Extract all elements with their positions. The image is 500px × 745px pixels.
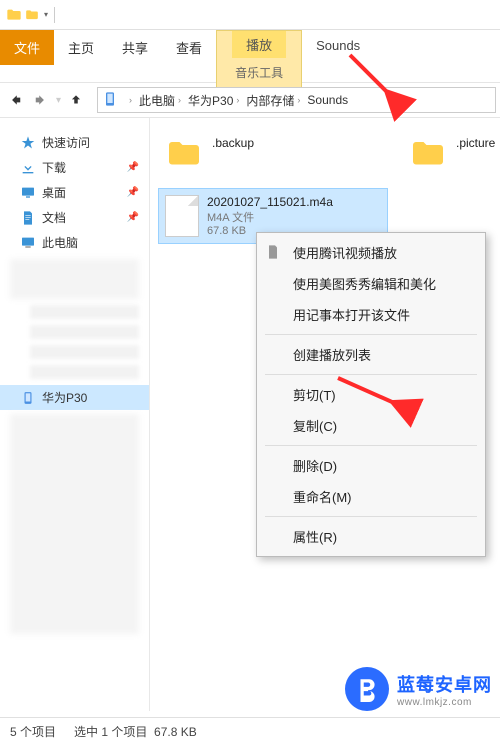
- ctx-create-playlist[interactable]: 创建播放列表: [257, 339, 485, 370]
- ctx-cut[interactable]: 剪切(T): [257, 379, 485, 410]
- folder-item-backup[interactable]: .backup: [158, 130, 382, 178]
- crumb-chevron[interactable]: ›: [124, 95, 137, 105]
- back-button[interactable]: [4, 89, 26, 111]
- phone-icon: [102, 91, 120, 109]
- crumb-folder[interactable]: Sounds: [305, 93, 350, 107]
- sidebar-item-label: 文档: [42, 209, 66, 226]
- sidebar-item-label: 快速访问: [42, 134, 90, 151]
- crumb-device[interactable]: 华为P30›: [186, 92, 244, 109]
- tab-music-tools-group[interactable]: 播放 音乐工具: [216, 30, 302, 88]
- folder-item-picture[interactable]: .picture: [402, 130, 492, 178]
- ctx-delete[interactable]: 删除(D): [257, 450, 485, 481]
- file-name: .picture: [456, 136, 495, 150]
- sidebar-blurred-block: [10, 259, 139, 299]
- qat-dropdown-icon[interactable]: ▾: [44, 10, 48, 19]
- address-bar[interactable]: › 此电脑› 华为P30› 内部存储› Sounds: [97, 87, 496, 113]
- desktop-icon: [20, 185, 36, 201]
- sidebar-item-downloads[interactable]: 下载 📌: [0, 155, 149, 180]
- tab-home[interactable]: 主页: [54, 30, 108, 65]
- sidebar-item-label: 华为P30: [42, 389, 87, 406]
- sidebar-blurred-item: [30, 365, 139, 379]
- ctx-open-tencent[interactable]: 使用腾讯视频播放: [257, 237, 485, 268]
- ctx-open-notepad[interactable]: 用记事本打开该文件: [257, 299, 485, 330]
- ribbon: 文件 主页 共享 查看 播放 音乐工具 Sounds: [0, 30, 500, 82]
- sidebar-item-label: 桌面: [42, 184, 66, 201]
- audio-file-icon: [165, 195, 199, 237]
- star-icon: [20, 135, 36, 151]
- file-type: M4A 文件: [207, 209, 333, 225]
- tab-file[interactable]: 文件: [0, 30, 54, 65]
- history-dropdown-icon[interactable]: ▾: [56, 95, 61, 106]
- pc-icon: [20, 235, 36, 251]
- ctx-separator: [265, 516, 477, 517]
- sidebar-item-documents[interactable]: 文档 📌: [0, 205, 149, 230]
- document-icon: [20, 210, 36, 226]
- folder-icon: [164, 136, 204, 172]
- tab-play-label: 播放: [232, 31, 286, 58]
- ctx-rename[interactable]: 重命名(M): [257, 481, 485, 512]
- sidebar-blurred-block: [10, 414, 139, 634]
- forward-button[interactable]: [30, 89, 52, 111]
- status-item-count: 5 个项目: [10, 723, 56, 740]
- titlebar: ▾: [0, 0, 500, 30]
- context-menu: 使用腾讯视频播放 使用美图秀秀编辑和美化 用记事本打开该文件 创建播放列表 剪切…: [256, 232, 486, 557]
- file-name: .backup: [212, 136, 254, 150]
- tab-share[interactable]: 共享: [108, 30, 162, 65]
- status-bar: 5 个项目 选中 1 个项目 67.8 KB: [0, 717, 500, 745]
- tab-music-tools-label: 音乐工具: [227, 58, 291, 87]
- sidebar-item-desktop[interactable]: 桌面 📌: [0, 180, 149, 205]
- pin-icon: 📌: [127, 162, 139, 173]
- sidebar-blurred-item: [30, 345, 139, 359]
- sidebar: 快速访问 下载 📌 桌面 📌 文档 📌 此电脑 华为P30: [0, 118, 150, 711]
- sidebar-item-this-pc[interactable]: 此电脑: [0, 230, 149, 255]
- sidebar-item-quick-access[interactable]: 快速访问: [0, 130, 149, 155]
- ctx-properties[interactable]: 属性(R): [257, 521, 485, 552]
- crumb-this-pc[interactable]: 此电脑›: [137, 92, 186, 109]
- up-button[interactable]: [65, 89, 87, 111]
- sidebar-item-label: 此电脑: [42, 234, 78, 251]
- sidebar-item-label: 下载: [42, 159, 66, 176]
- tab-view[interactable]: 查看: [162, 30, 216, 65]
- separator: [54, 7, 55, 23]
- navigation-bar: ▾ › 此电脑› 华为P30› 内部存储› Sounds: [0, 82, 500, 118]
- ctx-open-meitu[interactable]: 使用美图秀秀编辑和美化: [257, 268, 485, 299]
- pin-icon: 📌: [127, 187, 139, 198]
- sidebar-blurred-item: [30, 305, 139, 319]
- sidebar-item-device[interactable]: 华为P30: [0, 385, 149, 410]
- status-selection: 选中 1 个项目 67.8 KB: [74, 723, 197, 740]
- sidebar-blurred-item: [30, 325, 139, 339]
- watermark-brand: 蓝莓安卓网: [397, 671, 492, 697]
- ctx-separator: [265, 445, 477, 446]
- app-icon: [6, 7, 22, 23]
- watermark-logo-icon: [345, 667, 389, 711]
- window-title: Sounds: [302, 30, 374, 61]
- qat-save-icon[interactable]: [24, 7, 40, 23]
- ctx-separator: [265, 374, 477, 375]
- ctx-copy[interactable]: 复制(C): [257, 410, 485, 441]
- folder-icon: [408, 136, 448, 172]
- download-icon: [20, 160, 36, 176]
- file-name: 20201027_115021.m4a: [207, 195, 333, 209]
- document-icon: [265, 244, 283, 262]
- watermark: 蓝莓安卓网 www.lmkjz.com: [345, 667, 492, 711]
- ctx-separator: [265, 334, 477, 335]
- watermark-url: www.lmkjz.com: [397, 697, 492, 708]
- pin-icon: 📌: [127, 212, 139, 223]
- crumb-storage[interactable]: 内部存储›: [244, 92, 305, 109]
- phone-icon: [20, 390, 36, 406]
